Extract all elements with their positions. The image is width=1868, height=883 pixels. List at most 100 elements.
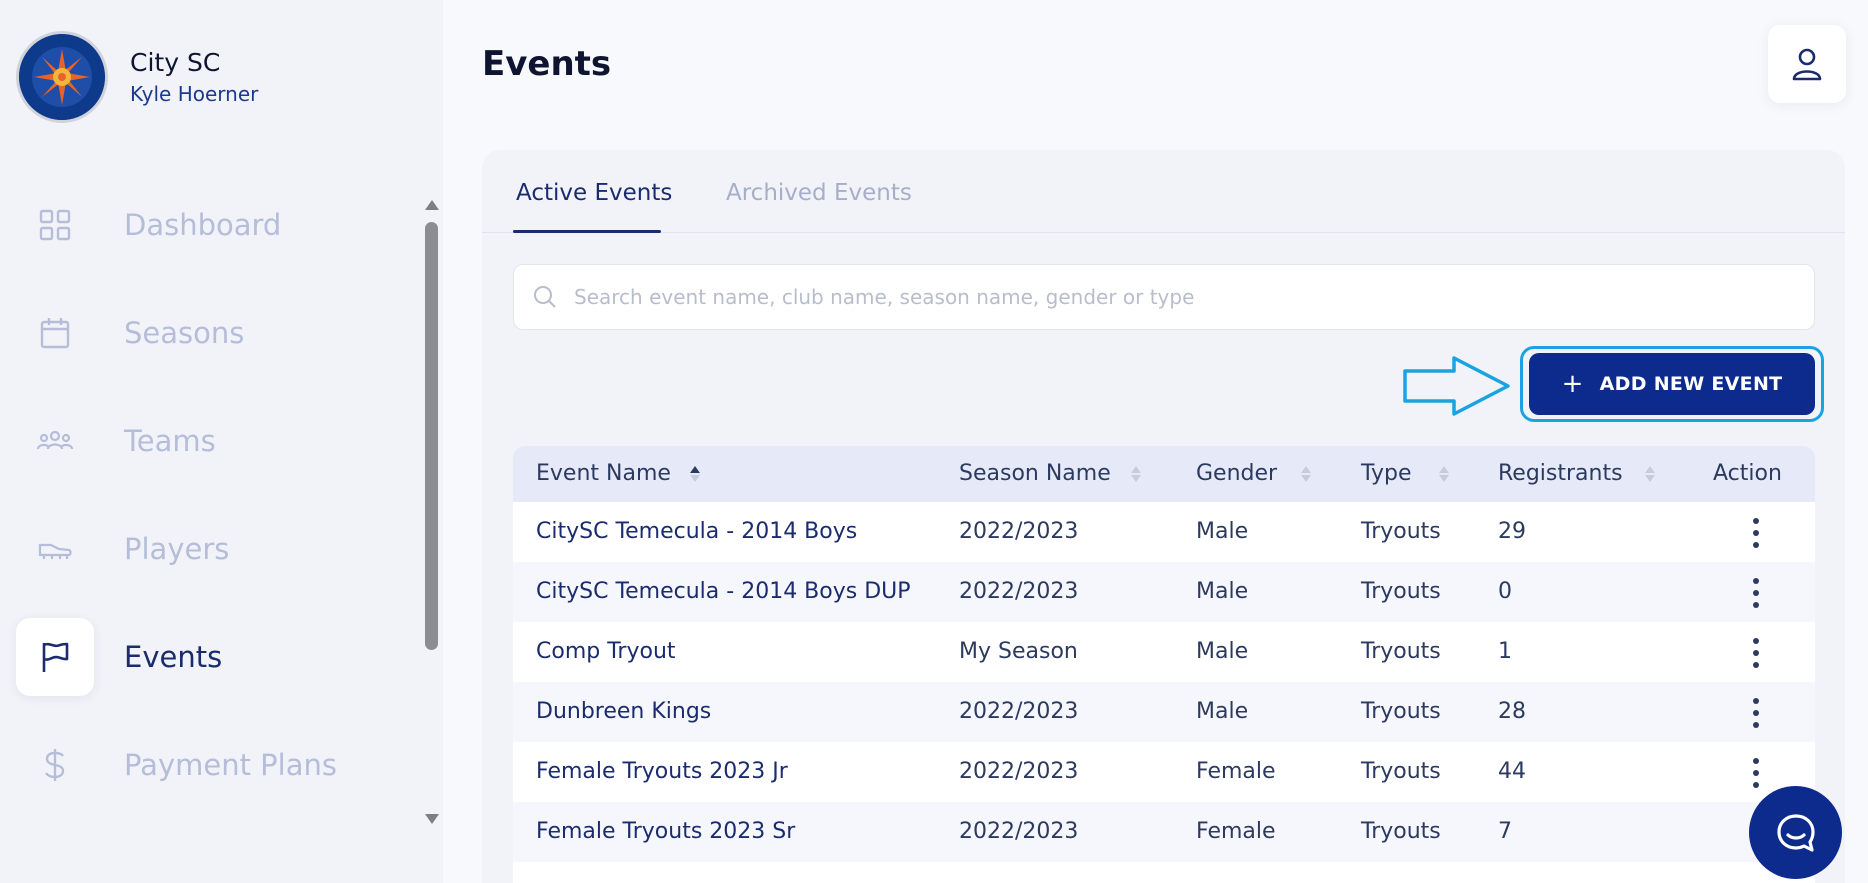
- table-row[interactable]: Female Tryouts 2023 Sr 2022/2023 Female …: [513, 802, 1815, 862]
- sidebar-item-label: Dashboard: [124, 208, 282, 242]
- table-row[interactable]: CitySC Temecula - 2014 Boys 2022/2023 Ma…: [513, 502, 1815, 562]
- column-event-name[interactable]: Event Name: [536, 446, 671, 502]
- scroll-thumb[interactable]: [425, 222, 438, 650]
- gender-cell: Male: [1196, 699, 1249, 724]
- grid-icon: [16, 186, 94, 264]
- sidebar-item-players[interactable]: Players: [16, 510, 396, 588]
- type-cell: Tryouts: [1361, 519, 1441, 544]
- column-season-name[interactable]: Season Name: [959, 446, 1111, 502]
- chat-support-button[interactable]: [1749, 786, 1842, 879]
- add-new-event-label: ADD NEW EVENT: [1599, 373, 1783, 395]
- table-row[interactable]: Dunbreen Kings 2022/2023 Male Tryouts 28: [513, 682, 1815, 742]
- type-cell: Tryouts: [1361, 699, 1441, 724]
- event-name-link[interactable]: Female Tryouts 2023 Jr: [536, 742, 788, 802]
- profile-button[interactable]: [1768, 25, 1846, 103]
- search-icon: [534, 286, 556, 308]
- event-name-link[interactable]: CitySC Temecula - 2014 Boys DUP: [536, 562, 911, 622]
- sidebar-nav: Dashboard Seasons Teams Players Events P…: [0, 176, 420, 832]
- gender-cell: Female: [1196, 819, 1276, 844]
- sort-icon[interactable]: [1299, 463, 1313, 485]
- column-gender[interactable]: Gender: [1196, 446, 1277, 502]
- kebab-menu-icon[interactable]: [1752, 638, 1760, 668]
- event-name-link[interactable]: Female Tryouts 2023 Sr: [536, 802, 795, 862]
- column-registrants[interactable]: Registrants: [1498, 446, 1623, 502]
- event-name-link[interactable]: Dunbreen Kings: [536, 682, 711, 742]
- kebab-menu-icon[interactable]: [1752, 578, 1760, 608]
- gender-cell: Female: [1196, 759, 1276, 784]
- sort-asc-icon[interactable]: [688, 463, 702, 485]
- kebab-menu-icon[interactable]: [1752, 518, 1760, 548]
- registrants-cell: 44: [1498, 759, 1526, 784]
- gender-cell: Male: [1196, 579, 1249, 604]
- sidebar-item-dashboard[interactable]: Dashboard: [16, 186, 396, 264]
- sidebar-item-label: Payment Plans: [124, 748, 337, 782]
- scroll-down-arrow[interactable]: [425, 814, 439, 824]
- sidebar-item-teams[interactable]: Teams: [16, 402, 396, 480]
- sidebar: City SC Kyle Hoerner Dashboard Seasons T…: [0, 0, 443, 883]
- sidebar-item-seasons[interactable]: Seasons: [16, 294, 396, 372]
- user-name: Kyle Hoerner: [130, 82, 259, 106]
- type-cell: Tryouts: [1361, 819, 1441, 844]
- table-row[interactable]: Comp Tryout My Season Male Tryouts 1: [513, 622, 1815, 682]
- season-cell: 2022/2023: [959, 759, 1079, 784]
- registrants-cell: 28: [1498, 699, 1526, 724]
- registrants-cell: 7: [1498, 819, 1512, 844]
- sidebar-item-payment-plans[interactable]: Payment Plans: [16, 726, 396, 804]
- club-name: City SC: [130, 48, 221, 77]
- sort-icon[interactable]: [1129, 463, 1143, 485]
- table-row[interactable]: [513, 862, 1815, 883]
- club-logo: [16, 31, 108, 123]
- add-new-event-button[interactable]: + ADD NEW EVENT: [1529, 353, 1815, 415]
- tab-bar: Active Events Archived Events: [482, 150, 1845, 233]
- column-type[interactable]: Type: [1361, 446, 1412, 502]
- events-table: Event Name Season Name Gender Type Regis…: [513, 446, 1815, 883]
- flag-icon: [16, 618, 94, 696]
- type-cell: Tryouts: [1361, 579, 1441, 604]
- sort-icon[interactable]: [1643, 463, 1657, 485]
- season-cell: 2022/2023: [959, 519, 1079, 544]
- users-icon: [16, 402, 94, 480]
- user-icon: [1792, 48, 1822, 81]
- event-name-link[interactable]: Comp Tryout: [536, 622, 676, 682]
- sidebar-item-label: Seasons: [124, 316, 245, 350]
- search-box[interactable]: [513, 264, 1815, 330]
- table-row[interactable]: Female Tryouts 2023 Jr 2022/2023 Female …: [513, 742, 1815, 802]
- plus-icon: +: [1561, 369, 1584, 399]
- arrow-right-icon: [1403, 356, 1510, 416]
- column-action: Action: [1713, 461, 1782, 486]
- sort-icon[interactable]: [1437, 463, 1451, 485]
- type-cell: Tryouts: [1361, 759, 1441, 784]
- sidebar-scrollbar[interactable]: [421, 192, 443, 832]
- events-card: Active Events Archived Events + ADD NEW …: [482, 150, 1845, 883]
- gender-cell: Male: [1196, 519, 1249, 544]
- kebab-menu-icon[interactable]: [1752, 698, 1760, 728]
- active-tab-indicator: [513, 230, 661, 233]
- registrants-cell: 1: [1498, 639, 1512, 664]
- registrants-cell: 0: [1498, 579, 1512, 604]
- calendar-icon: [16, 294, 94, 372]
- page-title: Events: [482, 44, 612, 84]
- table-row[interactable]: CitySC Temecula - 2014 Boys DUP 2022/202…: [513, 562, 1815, 622]
- sidebar-item-label: Events: [124, 640, 223, 674]
- season-cell: 2022/2023: [959, 579, 1079, 604]
- season-cell: My Season: [959, 639, 1078, 664]
- registrants-cell: 29: [1498, 519, 1526, 544]
- sidebar-item-label: Players: [124, 532, 230, 566]
- sidebar-item-events[interactable]: Events: [16, 618, 396, 696]
- sidebar-item-label: Teams: [124, 424, 216, 458]
- table-header: Event Name Season Name Gender Type Regis…: [513, 446, 1815, 502]
- type-cell: Tryouts: [1361, 639, 1441, 664]
- event-name-link[interactable]: CitySC Temecula - 2014 Boys: [536, 502, 857, 562]
- tab-active-events[interactable]: Active Events: [516, 180, 672, 206]
- season-cell: 2022/2023: [959, 819, 1079, 844]
- scroll-up-arrow[interactable]: [425, 200, 439, 210]
- search-input[interactable]: [574, 285, 1774, 309]
- tab-archived-events[interactable]: Archived Events: [726, 180, 912, 206]
- gender-cell: Male: [1196, 639, 1249, 664]
- dollar-icon: [16, 726, 94, 804]
- cleat-icon: [16, 510, 94, 588]
- kebab-menu-icon[interactable]: [1752, 758, 1760, 788]
- season-cell: 2022/2023: [959, 699, 1079, 724]
- chat-bubble-icon: [1776, 813, 1815, 852]
- brand: City SC Kyle Hoerner: [16, 31, 258, 123]
